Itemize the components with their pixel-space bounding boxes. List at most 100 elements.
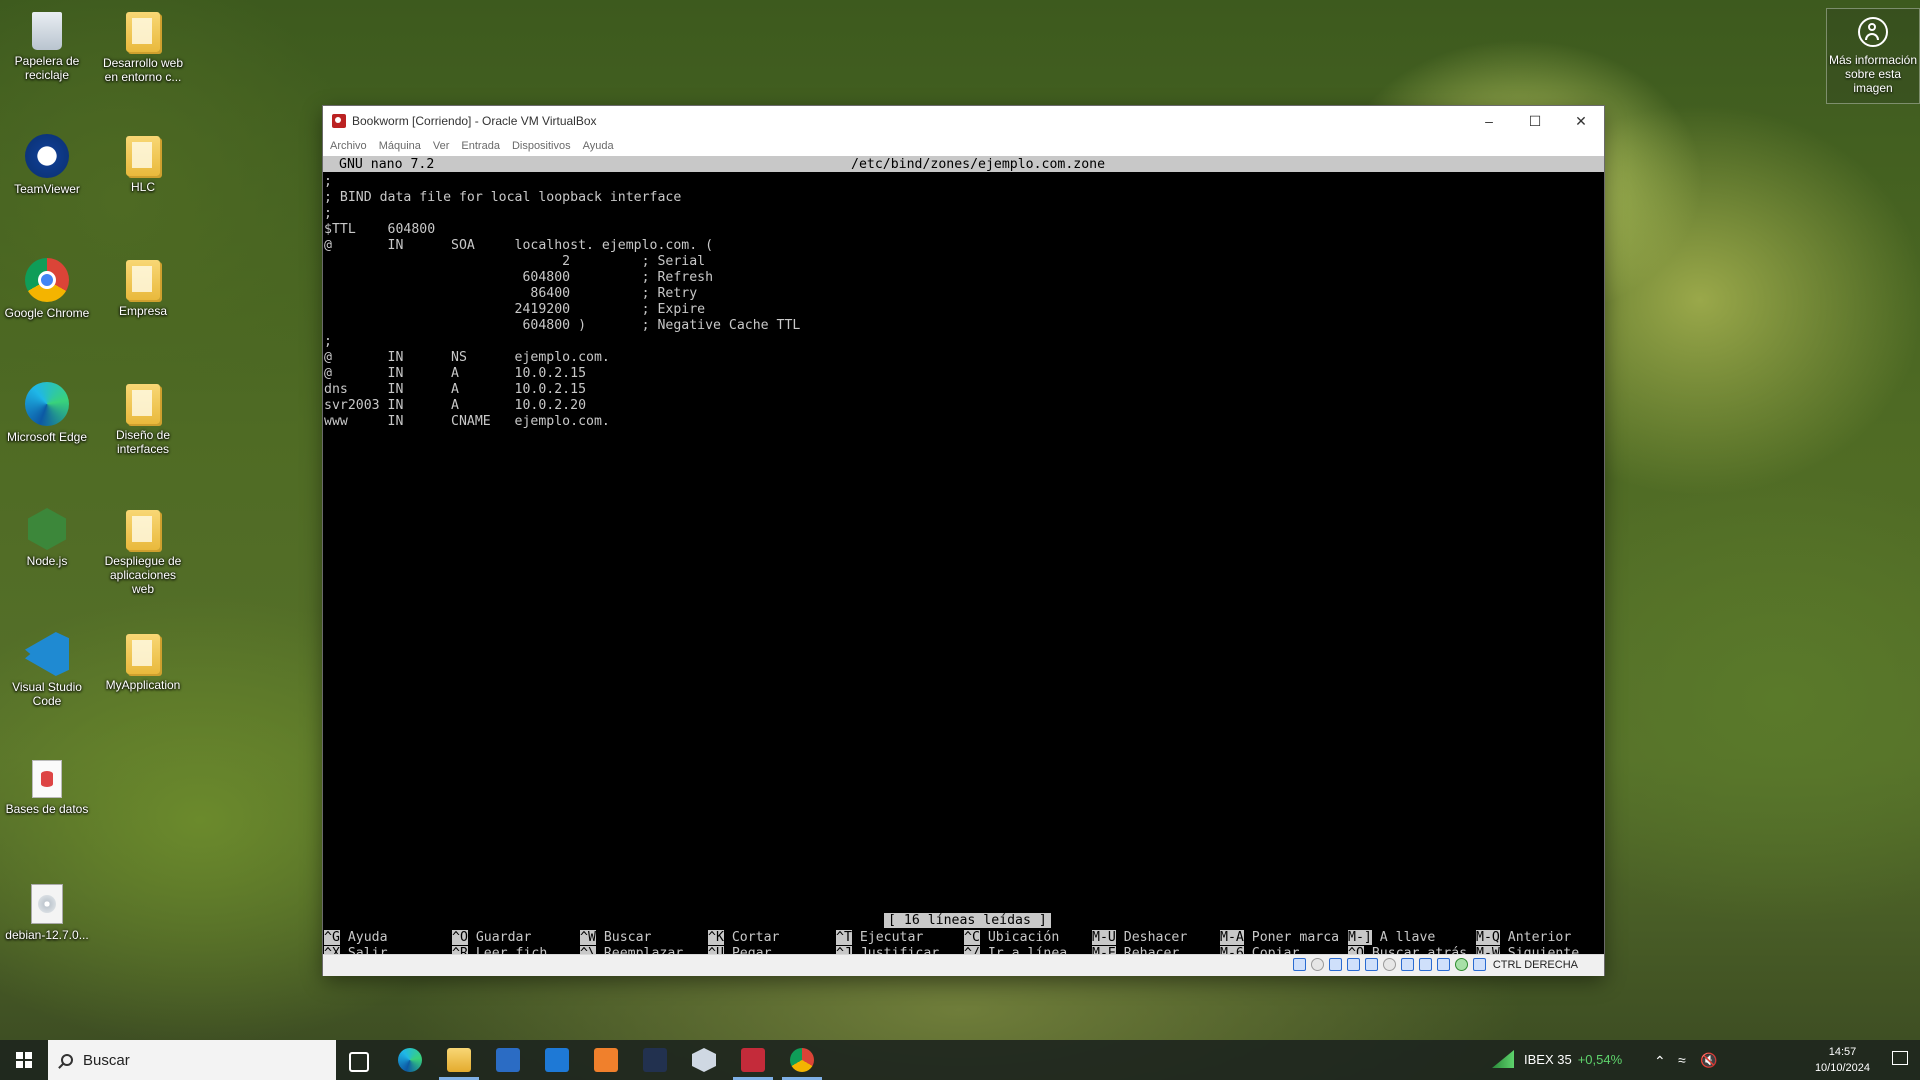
vm-status-bar: CTRL DERECHA [323, 954, 1604, 976]
shortcut-key: ^R [452, 946, 468, 954]
recording-icon[interactable] [1418, 958, 1432, 971]
menu-ver[interactable]: Ver [433, 140, 450, 152]
shortcut-key: ^K [708, 930, 724, 945]
file-line: svr2003 IN A 10.0.2.20 [324, 398, 587, 413]
menu-archivo[interactable]: Archivo [330, 140, 367, 152]
shortcut-ejecutar: ^T Ejecutar [836, 930, 923, 946]
desktop-icon-edge[interactable]: Microsoft Edge [2, 382, 92, 444]
usb-icon[interactable] [1364, 958, 1378, 971]
close-button[interactable]: ✕ [1558, 106, 1604, 136]
menu-entrada[interactable]: Entrada [461, 140, 500, 152]
virtualbox-window[interactable]: Bookworm [Corriendo] - Oracle VM Virtual… [323, 106, 1604, 976]
clock-date: 10/10/2024 [1814, 1062, 1870, 1074]
folder-icon [126, 384, 160, 424]
wifi-icon[interactable]: ≈ [1678, 1052, 1686, 1068]
taskbar: Buscar IBEX 35 +0,54% ⌃ ≈ 🔇 14:57 10/10/2… [0, 1040, 1920, 1080]
file-line: 604800 ) ; Negative Cache TTL [324, 318, 801, 333]
desktop-icon-diseno-interfaces[interactable]: Diseño de interfaces [98, 382, 188, 456]
window-titlebar[interactable]: Bookworm [Corriendo] - Oracle VM Virtual… [323, 106, 1604, 136]
speaker-muted-icon[interactable]: 🔇 [1700, 1052, 1717, 1069]
shortcut-ir-a-linea: ^/ Ir a línea [964, 946, 1067, 954]
mouse-integration-icon[interactable] [1472, 958, 1486, 971]
edge-icon[interactable] [398, 1048, 422, 1072]
virtualbox-icon[interactable] [692, 1048, 716, 1072]
xampp-icon[interactable] [594, 1048, 618, 1072]
shortcut-label: Pegar [731, 946, 772, 954]
shortcut-label: Ayuda [347, 930, 388, 945]
vscode-icon[interactable] [643, 1048, 667, 1072]
task-view-icon[interactable] [349, 1052, 369, 1072]
search-placeholder: Buscar [83, 1051, 130, 1069]
desktop-icon-chrome[interactable]: Google Chrome [2, 258, 92, 320]
optical-drive-icon[interactable] [1310, 958, 1324, 971]
shortcut-label: Guardar [475, 930, 532, 945]
desktop-icon-nodejs[interactable]: Node.js [2, 508, 92, 568]
minimize-button[interactable]: – [1466, 106, 1512, 136]
system-tray: IBEX 35 +0,54% ⌃ ≈ 🔇 14:57 10/10/2024 [1492, 1040, 1920, 1080]
shortcut-label: Justificar [859, 946, 940, 954]
nodejs-icon [28, 508, 66, 550]
desktop-icon-empresa[interactable]: Empresa [98, 258, 188, 318]
menu-maquina[interactable]: Máquina [379, 140, 421, 152]
nano-version: GNU nano 7.2 [339, 157, 435, 172]
shortcut-key: ^Q [1348, 946, 1364, 954]
file-line: @ IN A 10.0.2.15 [324, 366, 587, 381]
desktop-icon-despliegue[interactable]: Despliegue de aplicaciones web [98, 508, 188, 596]
vm-terminal-screen[interactable]: GNU nano 7.2 /etc/bind/zones/ejemplo.com… [323, 156, 1604, 954]
desktop-icon-label: Node.js [26, 554, 68, 568]
shortcut-key: M-] [1348, 930, 1372, 945]
network-icon[interactable] [1346, 958, 1360, 971]
shortcut-label: Deshacer [1123, 930, 1188, 945]
vm-window-icon[interactable] [741, 1048, 765, 1072]
guest-additions-icon[interactable] [1454, 958, 1468, 971]
chevron-up-icon[interactable]: ⌃ [1654, 1053, 1666, 1070]
file-line: ; BIND data file for local loopback inte… [324, 190, 682, 205]
desktop-icon-vscode[interactable]: Visual Studio Code [2, 632, 92, 708]
desktop-icon-hlc[interactable]: HLC [98, 134, 188, 194]
stock-chart-icon[interactable] [1492, 1050, 1514, 1068]
desktop-icon-recycle-bin[interactable]: Papelera de reciclaje [2, 10, 92, 82]
file-explorer-icon[interactable] [447, 1048, 471, 1072]
start-button[interactable] [0, 1040, 48, 1080]
cpu-icon[interactable] [1436, 958, 1450, 971]
desktop-icon-label: Desarrollo web en entorno c... [102, 56, 184, 84]
menu-ayuda[interactable]: Ayuda [583, 140, 614, 152]
display-icon[interactable] [1400, 958, 1414, 971]
nano-filename: /etc/bind/zones/ejemplo.com.zone [851, 157, 1106, 172]
search-icon [61, 1054, 73, 1066]
shortcut-key: M-6 [1220, 946, 1244, 954]
desktop-icon-myapplication[interactable]: MyApplication [98, 632, 188, 692]
shortcut-justificar: ^J Justificar [836, 946, 939, 954]
shortcut-key: ^T [836, 930, 852, 945]
shortcut-key: ^G [324, 930, 340, 945]
shortcut-key: M-W [1476, 946, 1500, 954]
file-line: $TTL 604800 [324, 222, 436, 237]
notification-icon[interactable] [1892, 1051, 1908, 1065]
maximize-button[interactable]: ☐ [1512, 106, 1558, 136]
file-line: dns IN A 10.0.2.15 [324, 382, 587, 397]
host-key-label[interactable]: CTRL DERECHA [1493, 959, 1578, 971]
desktop-icon-debian-iso[interactable]: debian-12.7.0... [2, 884, 92, 942]
file-line: @ IN NS ejemplo.com. [324, 350, 610, 365]
shortcut-key: ^W [580, 930, 596, 945]
mail-icon[interactable] [545, 1048, 569, 1072]
desktop-icon-teamviewer[interactable]: TeamViewer [2, 134, 92, 196]
image-info-widget[interactable]: Más información sobre esta imagen [1826, 8, 1920, 104]
desktop-icon-desarrollo-web[interactable]: Desarrollo web en entorno c... [98, 10, 188, 84]
audio-icon[interactable] [1328, 958, 1342, 971]
taskbar-search[interactable]: Buscar [48, 1040, 336, 1080]
stock-ticker[interactable]: IBEX 35 +0,54% [1524, 1052, 1622, 1067]
menu-dispositivos[interactable]: Dispositivos [512, 140, 571, 152]
chrome-icon[interactable] [790, 1048, 814, 1072]
shortcut-deshacer: M-U Deshacer [1092, 930, 1187, 946]
shared-folders-icon[interactable] [1382, 958, 1396, 971]
file-line: 604800 ; Refresh [324, 270, 714, 285]
desktop-icon-bases-datos[interactable]: Bases de datos [2, 760, 92, 816]
shortcut-leer-fich: ^R Leer fich. [452, 946, 555, 954]
shortcut-key: M-A [1220, 930, 1244, 945]
store-icon[interactable] [496, 1048, 520, 1072]
ticker-change: +0,54% [1577, 1052, 1623, 1067]
clock[interactable]: 14:57 10/10/2024 [1815, 1044, 1870, 1076]
hard-disk-icon[interactable] [1292, 958, 1306, 971]
shortcut-label: Buscar [603, 930, 652, 945]
